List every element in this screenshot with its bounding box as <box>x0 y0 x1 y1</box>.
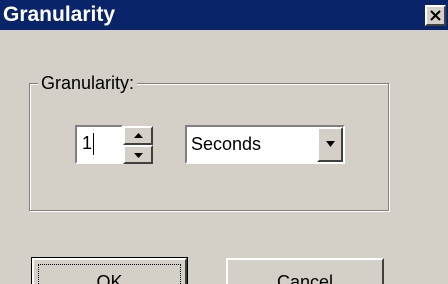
window-title: Granularity <box>3 3 116 26</box>
cancel-label: Cancel <box>276 272 334 284</box>
title-bar[interactable]: Granularity <box>0 0 448 30</box>
quantity-input[interactable]: 1 <box>75 125 123 164</box>
text-cursor <box>93 133 95 156</box>
granularity-dialog: Granularity Granularity: 1 Seconds OK Ca… <box>0 0 448 284</box>
ok-label: OK <box>96 272 123 284</box>
arrow-up-icon <box>134 133 143 138</box>
close-icon <box>430 10 441 21</box>
cancel-button[interactable]: Cancel <box>226 258 384 284</box>
chevron-down-icon <box>326 141 335 147</box>
spin-down-button[interactable] <box>123 145 153 164</box>
quantity-value: 1 <box>82 133 93 153</box>
unit-selected-value: Seconds <box>191 134 262 154</box>
group-label: Granularity: <box>38 72 138 94</box>
arrow-down-icon <box>134 153 143 158</box>
close-button[interactable] <box>425 5 446 26</box>
ok-button[interactable]: OK <box>31 257 188 284</box>
dropdown-button[interactable] <box>317 127 343 162</box>
unit-select[interactable]: Seconds <box>185 125 345 164</box>
spin-up-button[interactable] <box>123 126 153 145</box>
